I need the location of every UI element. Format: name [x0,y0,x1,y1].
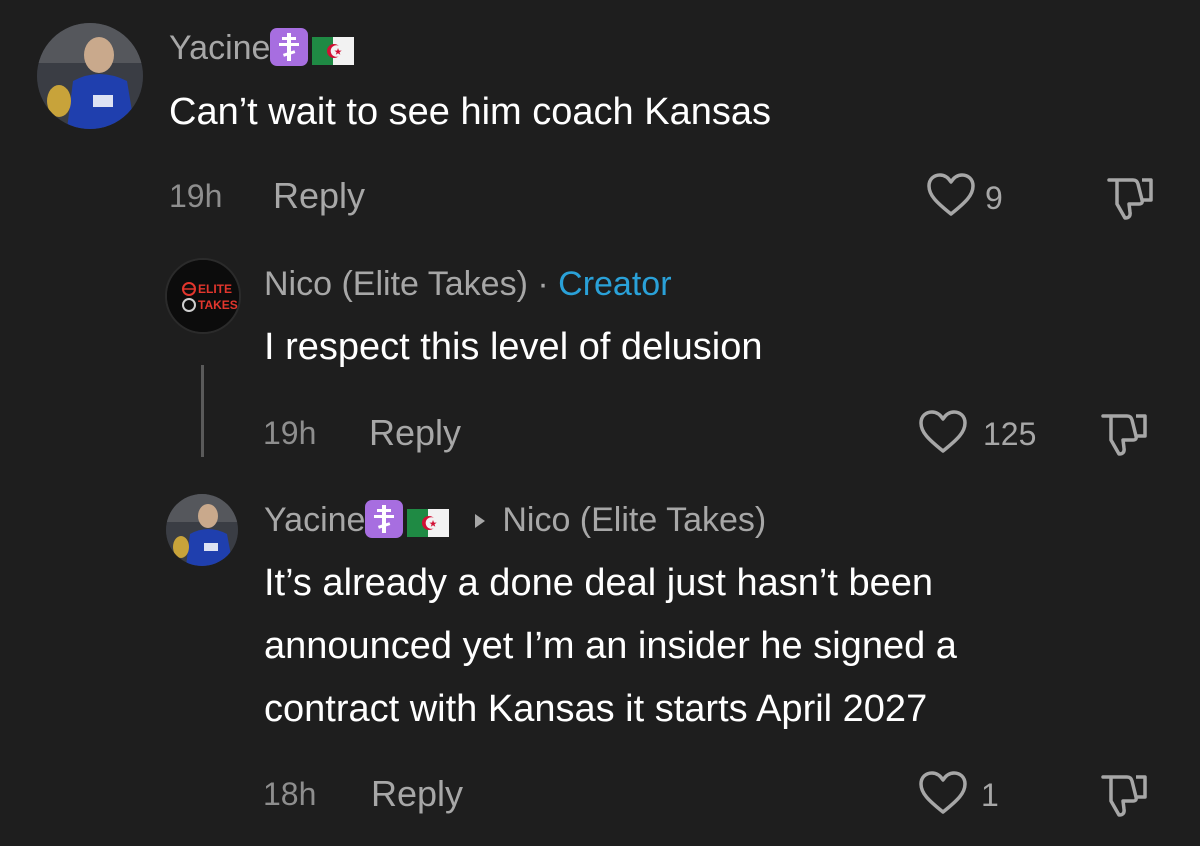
username[interactable]: Yacine [264,501,365,539]
comment-text-line-3: contract with Kansas it starts April 202… [264,688,928,730]
like-count: 9 [985,180,1003,216]
orthodox-cross-emoji-icon [365,500,404,539]
algeria-flag-icon [312,34,355,66]
orthodox-cross-emoji-icon [270,28,309,67]
avatar-yacine[interactable] [166,494,238,566]
comment-3-header: Yacine Nico (Elite Takes) [264,500,766,542]
heart-icon [919,410,967,453]
heart-icon [919,771,967,814]
dislike-button[interactable] [1097,410,1151,463]
dislike-button[interactable] [1103,174,1157,227]
avatar-elite-takes[interactable]: ELITE TAKES [165,258,241,334]
like-button[interactable] [918,409,968,460]
dislike-button[interactable] [1097,771,1151,824]
creator-badge: Creator [558,265,672,303]
avatar-photo [37,23,143,129]
comment-time: 19h [263,415,317,451]
comment-text-line-1: It’s already a done deal just hasn’t bee… [264,562,933,604]
comment-time: 18h [263,776,317,812]
avatar-photo [166,494,238,566]
comment-time: 19h [169,178,223,214]
reply-button[interactable]: Reply [369,413,461,453]
comment-text: Can’t wait to see him coach Kansas [169,91,771,133]
reply-to-username[interactable]: Nico (Elite Takes) [502,501,766,539]
avatar-yacine[interactable] [37,23,143,129]
avatar-text-takes: TAKES [198,298,238,312]
algeria-flag-icon [407,506,450,538]
thumbs-down-icon [1101,775,1147,817]
thumbs-down-icon [1101,414,1147,456]
separator-dot: · [537,265,549,303]
thumbs-down-icon [1107,178,1153,220]
reply-button[interactable]: Reply [273,176,365,216]
username[interactable]: Nico (Elite Takes) [264,265,528,303]
avatar-text-elite: ELITE [198,282,232,296]
like-button[interactable] [918,770,968,821]
thread-line [201,365,204,457]
like-button[interactable] [926,172,976,223]
heart-icon [927,173,975,216]
comment-2-header: Nico (Elite Takes) · Creator [264,264,672,304]
like-count: 1 [981,777,999,813]
comment-text: I respect this level of delusion [264,326,763,368]
like-count: 125 [983,416,1037,452]
comment-1-header: Yacine [169,28,355,69]
elite-takes-logo: ELITE TAKES [167,260,239,332]
comment-text-line-2: announced yet I’m an insider he signed a [264,625,957,667]
reply-button[interactable]: Reply [371,774,463,814]
username[interactable]: Yacine [169,29,270,67]
reply-arrow-icon [473,499,487,539]
